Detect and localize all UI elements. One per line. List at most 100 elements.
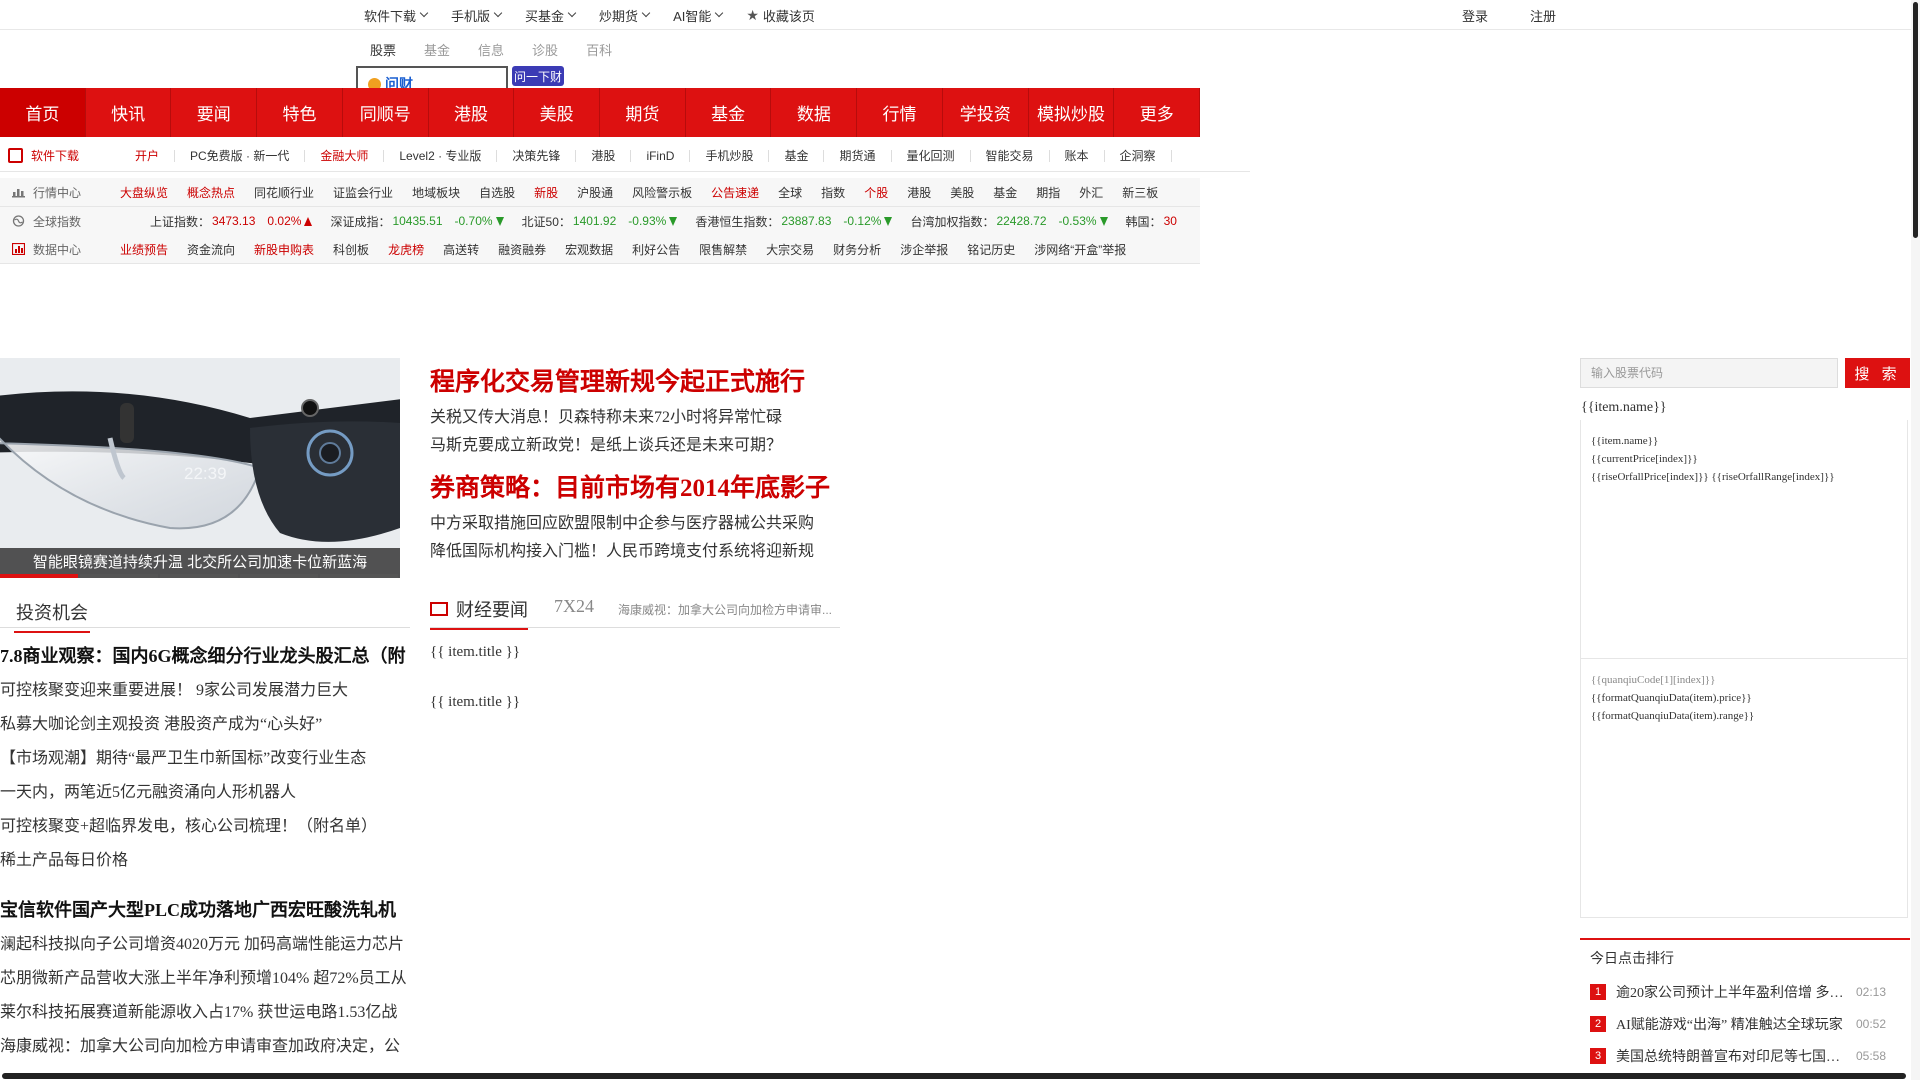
invest-group-title[interactable]: 宝信软件国产大型PLC成功落地广西宏旺酸洗轧机 <box>0 896 410 922</box>
nav-link[interactable]: 开户 <box>120 149 176 162</box>
nav-link[interactable]: 期指 <box>1036 184 1060 201</box>
carousel-dot[interactable] <box>0 574 78 578</box>
nav-link[interactable]: 全球 <box>778 184 802 201</box>
invest-news-item[interactable]: 莱尔科技拓展赛道新能源收入占17% 获世运电路1.53亿战 <box>0 996 410 1030</box>
main-nav-item[interactable]: 模拟炒股 <box>1029 88 1115 137</box>
nav-link[interactable]: 科创板 <box>333 241 369 258</box>
nav-link[interactable]: 龙虎榜 <box>388 241 424 258</box>
nav-link[interactable]: 同花顺行业 <box>254 184 314 201</box>
rank-title[interactable]: AI赋能游戏“出海” 精准触达全球玩家 <box>1616 1014 1846 1034</box>
nav-link[interactable]: 公告速递 <box>711 184 759 201</box>
nav-link[interactable]: 宏观数据 <box>565 241 613 258</box>
vertical-scrollbar-thumb[interactable] <box>1913 2 1918 238</box>
tab-7x24[interactable]: 7X24 <box>554 596 594 617</box>
search-tab[interactable]: 百科 <box>586 40 612 59</box>
index-quote[interactable]: 深证成指： 10435.51 -0.70% <box>330 213 504 230</box>
nav-link[interactable]: 大盘纵览 <box>120 184 168 201</box>
ranking-row[interactable]: 3 美国总统特朗普宣布对印尼等七国的关税税率 05:58 <box>1580 1040 1910 1072</box>
invest-news-item[interactable]: 澜起科技拟向子公司增资4020万元 加码高端性能运力芯片 <box>0 928 410 962</box>
nav-link[interactable]: 涉网络“开盒”举报 <box>1034 241 1126 258</box>
nav-link[interactable]: 金融大师 <box>305 149 385 162</box>
stock-code-input[interactable]: 输入股票代码 <box>1580 358 1838 388</box>
headline-1-line[interactable]: 关税又传大消息！贝森特称未来72小时将异常忙碌 <box>430 404 850 432</box>
main-nav-item[interactable]: 期货 <box>600 88 686 137</box>
finance-news-item[interactable]: {{ item.title }} <box>430 694 520 711</box>
nav-link[interactable]: 融资融券 <box>498 241 546 258</box>
nav-link[interactable]: 港股 <box>907 184 931 201</box>
horizontal-scrollbar-thumb[interactable] <box>2 1073 1906 1079</box>
wencai-search-box[interactable]: 问财 <box>356 66 508 88</box>
invest-news-item[interactable]: 可控核聚变+超临界发电，核心公司梳理！（附名单） <box>0 810 410 844</box>
global-index-head[interactable]: 全球指数 <box>0 213 120 230</box>
rank-title[interactable]: 美国总统特朗普宣布对印尼等七国的关税税率 <box>1616 1046 1846 1066</box>
nav-link[interactable]: 企洞察 <box>1105 149 1172 162</box>
nav-link[interactable]: 期货通 <box>824 149 892 162</box>
nav-link[interactable]: 地域板块 <box>412 184 460 201</box>
index-quote[interactable]: 台湾加权指数： 22428.72 -0.53% <box>910 213 1108 230</box>
invest-news-item[interactable]: 一天内，两笔近5亿元融资涌向人形机器人 <box>0 776 410 810</box>
nav-link[interactable]: 智能交易 <box>971 149 1050 162</box>
headline-2[interactable]: 券商策略：目前市场有2014年底影子 <box>430 468 850 504</box>
rank-title[interactable]: 逾20家公司预计上半年盈利倍增 多只概念股 <box>1616 982 1846 1002</box>
login-link[interactable]: 登录 <box>1462 6 1488 25</box>
invest-news-item[interactable]: 海康威视：加拿大公司向加检方申请审查加政府决定，公 <box>0 1030 410 1064</box>
nav-link[interactable]: 利好公告 <box>632 241 680 258</box>
invest-news-item[interactable]: 可控核聚变迎来重要进展！ 9家公司发展潜力巨大 <box>0 674 410 708</box>
nav-link[interactable]: 自选股 <box>479 184 515 201</box>
main-nav-item[interactable]: 港股 <box>429 88 515 137</box>
invest-group-title[interactable]: 7.8商业观察：国内6G概念细分行业龙头股汇总（附 <box>0 642 410 668</box>
headline-2-line[interactable]: 中方采取措施回应欧盟限制中企参与医疗器械公共采购 <box>430 510 850 538</box>
software-download-head[interactable]: 软件下载 <box>0 147 120 164</box>
finance-news-item[interactable]: {{ item.title }} <box>430 644 520 661</box>
nav-link[interactable]: 账本 <box>1050 149 1105 162</box>
news-ticker[interactable]: 海康威视：加拿大公司向加检方申请审... <box>618 601 838 618</box>
ask-button[interactable]: 问一下财 <box>512 66 564 86</box>
nav-link[interactable]: Level2 · 专业版 <box>384 149 498 162</box>
nav-link[interactable]: 新股申购表 <box>254 241 314 258</box>
nav-link[interactable]: 决策先锋 <box>497 149 577 162</box>
data-center-head[interactable]: 数据中心 <box>0 241 120 258</box>
stock-search-button[interactable]: 搜 索 <box>1845 358 1910 388</box>
nav-link[interactable]: PC免费版 · 新一代 <box>175 149 306 162</box>
nav-link[interactable]: 业绩预告 <box>120 241 168 258</box>
main-nav-item[interactable]: 首页 <box>0 88 86 137</box>
carousel-dot[interactable] <box>240 574 318 578</box>
carousel-dot[interactable] <box>80 574 158 578</box>
carousel-dot[interactable] <box>160 574 238 578</box>
main-nav-item[interactable]: 行情 <box>857 88 943 137</box>
main-nav-item[interactable]: 美股 <box>514 88 601 137</box>
nav-link[interactable]: 涉企举报 <box>900 241 948 258</box>
search-tab[interactable]: 基金 <box>424 40 450 59</box>
index-quote[interactable]: 北证50： 1401.92 -0.93% <box>522 213 678 230</box>
market-center-head[interactable]: 行情中心 <box>0 184 120 201</box>
invest-news-item[interactable]: 芯朋微新产品营收大涨上半年净利预增104% 超72%员工从 <box>0 962 410 996</box>
nav-link[interactable]: 港股 <box>576 149 632 162</box>
nav-link[interactable]: 美股 <box>950 184 974 201</box>
bookmark-link[interactable]: ★ 收藏该页 <box>746 6 815 25</box>
nav-link[interactable]: 基金 <box>993 184 1017 201</box>
finance-news-tab[interactable]: 财经要闻 <box>430 596 528 630</box>
nav-link[interactable]: 量化回测 <box>892 149 971 162</box>
carousel-dot[interactable] <box>320 574 398 578</box>
nav-link[interactable]: 外汇 <box>1079 184 1103 201</box>
main-nav-item[interactable]: 要闻 <box>171 88 258 137</box>
main-nav-item[interactable]: 更多 <box>1114 88 1201 137</box>
register-link[interactable]: 注册 <box>1530 6 1556 25</box>
main-nav-item[interactable]: 特色 <box>257 88 343 137</box>
nav-link[interactable]: 新三板 <box>1122 184 1158 201</box>
nav-link[interactable]: 限售解禁 <box>699 241 747 258</box>
invest-section-title[interactable]: 投资机会 <box>14 599 90 633</box>
nav-link[interactable]: 新股 <box>534 184 558 201</box>
index-quote[interactable]: 香港恒生指数： 23887.83 -0.12% <box>695 213 893 230</box>
nav-link[interactable]: 手机炒股 <box>690 149 770 162</box>
top-menu-item[interactable]: 手机版 <box>451 6 503 25</box>
main-nav-item[interactable]: 快讯 <box>86 88 172 137</box>
nav-link[interactable]: 沪股通 <box>577 184 613 201</box>
headline-1[interactable]: 程序化交易管理新规今起正式施行 <box>430 362 850 398</box>
nav-link[interactable]: iFinD <box>631 149 691 162</box>
search-tab[interactable]: 诊股 <box>532 40 558 59</box>
nav-link[interactable]: 铭记历史 <box>967 241 1015 258</box>
ranking-row[interactable]: 1 逾20家公司预计上半年盈利倍增 多只概念股 02:13 <box>1580 976 1910 1008</box>
search-tab[interactable]: 信息 <box>478 40 504 59</box>
invest-news-item[interactable]: 稀土产品每日价格 <box>0 844 410 878</box>
